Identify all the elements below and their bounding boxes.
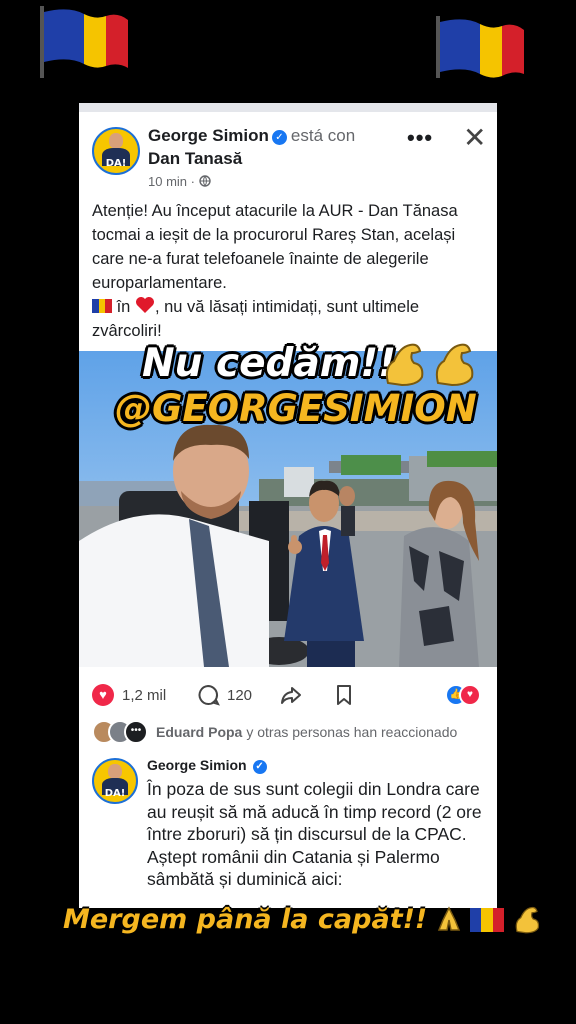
comment-author-avatar[interactable]: DA! bbox=[92, 758, 138, 804]
love-icon: ♥ bbox=[459, 684, 481, 706]
overlay-handle: @GEORGESIMION bbox=[115, 387, 477, 430]
post-actions-bar: ♥ 1,2 mil 120 👍 ♥ bbox=[79, 681, 497, 709]
share-icon bbox=[281, 687, 301, 704]
post-meta: 10 min · bbox=[148, 174, 211, 189]
facebook-post-card: DA! George Simion ✓ está con Dan Tanasă 10… bbox=[79, 103, 497, 908]
avatar-badge: DA! bbox=[105, 158, 127, 170]
comment-button[interactable]: 120 bbox=[196, 681, 252, 709]
romania-flag-right bbox=[436, 16, 524, 78]
post-text-paragraph: Atenție! Au început atacurile la AUR - D… bbox=[92, 202, 458, 292]
card-top-border bbox=[79, 103, 497, 112]
praying-hands-icon bbox=[437, 906, 460, 931]
bookmark-icon bbox=[337, 685, 351, 705]
verified-badge-icon: ✓ bbox=[252, 760, 267, 774]
romania-flag-emoji-icon bbox=[470, 908, 505, 932]
more-reactors-icon: ••• bbox=[124, 720, 148, 744]
overlay-bottom-text: Mergem până la capăt!! bbox=[63, 904, 541, 935]
overlay-headline: Nu cedăm!! bbox=[142, 341, 396, 386]
romania-flag-left bbox=[40, 6, 128, 78]
save-button[interactable] bbox=[333, 681, 355, 709]
reacted-summary[interactable]: ••• Eduard Popa y otras personas han rea… bbox=[92, 720, 457, 744]
post-author-line: George Simion ✓ está con bbox=[148, 126, 355, 146]
comment-icon bbox=[198, 684, 220, 706]
heart-reaction-icon: ♥ bbox=[92, 684, 114, 706]
post-time[interactable]: 10 min bbox=[148, 174, 187, 189]
reactions-count[interactable]: ♥ 1,2 mil bbox=[92, 681, 166, 709]
with-text: está con bbox=[290, 126, 356, 145]
reactor-name[interactable]: Eduard Popa bbox=[156, 724, 242, 740]
author-name[interactable]: George Simion bbox=[148, 126, 269, 145]
verified-badge-icon: ✓ bbox=[271, 130, 287, 145]
flexed-biceps-icon bbox=[516, 906, 540, 934]
comment-text: În poza de sus sunt colegii din Londra c… bbox=[147, 779, 482, 889]
comment-author-name[interactable]: George Simion ✓ bbox=[147, 757, 271, 774]
romania-flag-emoji-icon bbox=[92, 299, 112, 313]
avatar-badge: DA! bbox=[104, 787, 126, 799]
tagged-person[interactable]: Dan Tanasă bbox=[148, 149, 242, 169]
author-avatar[interactable]: DA! bbox=[92, 127, 140, 175]
flexed-biceps-icon bbox=[385, 343, 424, 387]
post-text-second-line: în , nu vă lăsați intimidați, sunt ultim… bbox=[92, 297, 420, 340]
flexed-biceps-icon bbox=[435, 343, 474, 387]
close-icon[interactable]: ✕ bbox=[463, 124, 486, 152]
reacted-suffix: y otras personas han reaccionado bbox=[246, 724, 458, 740]
post-text: Atenție! Au început atacurile la AUR - D… bbox=[92, 199, 488, 343]
globe-icon bbox=[198, 175, 211, 187]
share-button[interactable] bbox=[279, 681, 303, 709]
red-heart-emoji-icon bbox=[135, 297, 154, 313]
more-options-icon[interactable]: ••• bbox=[407, 125, 433, 151]
